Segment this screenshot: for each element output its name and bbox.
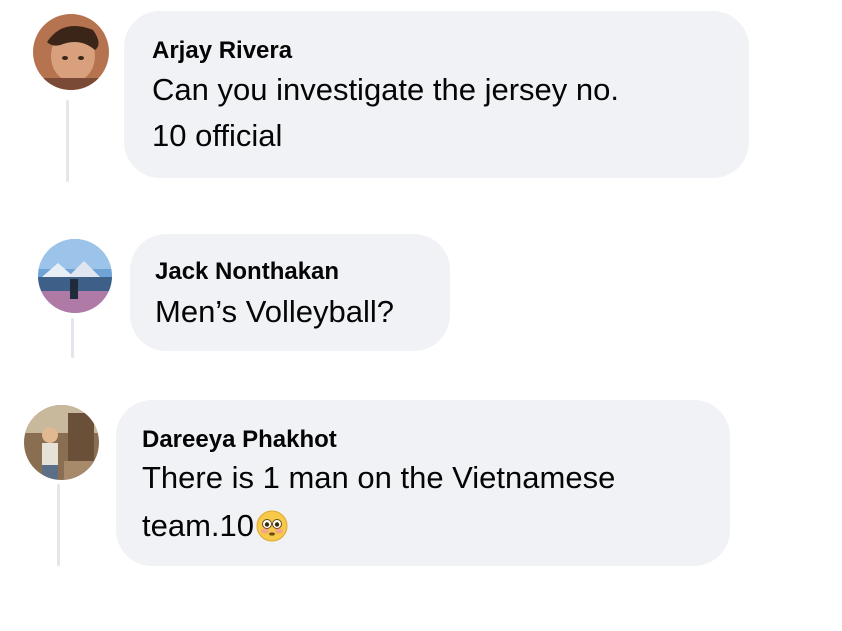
reply-thread-line bbox=[66, 100, 69, 182]
comment-bubble-2: Jack Nonthakan Men’s Volleyball? bbox=[130, 234, 450, 351]
comment-author[interactable]: Jack Nonthakan bbox=[155, 258, 339, 286]
profile-photo-icon bbox=[33, 14, 109, 90]
comment-bubble-1: Arjay Rivera Can you investigate the jer… bbox=[124, 11, 749, 178]
comment-author[interactable]: Arjay Rivera bbox=[152, 37, 292, 65]
profile-photo-icon bbox=[24, 405, 99, 480]
flushed-face-emoji-icon bbox=[256, 509, 288, 542]
comment-text-line-with-emoji: team.10 bbox=[142, 503, 288, 549]
comment-text-line: Can you investigate the jersey no. bbox=[152, 72, 619, 107]
avatar-arjay-rivera[interactable] bbox=[33, 14, 109, 90]
profile-photo-icon bbox=[38, 239, 112, 313]
comment-author[interactable]: Dareeya Phakhot bbox=[142, 426, 337, 454]
avatar-jack-nonthakan[interactable] bbox=[38, 239, 112, 313]
comment-text-line: There is 1 man on the Vietnamese bbox=[142, 460, 616, 495]
comment-text-line: Men’s Volleyball? bbox=[155, 294, 394, 329]
reply-thread-line bbox=[71, 318, 74, 358]
avatar-dareeya-phakhot[interactable] bbox=[24, 405, 99, 480]
comment-text-line: 10 official bbox=[152, 118, 283, 153]
comment-text: team.10 bbox=[142, 508, 255, 543]
comment-bubble-3: Dareeya Phakhot There is 1 man on the Vi… bbox=[116, 400, 730, 566]
reply-thread-line bbox=[57, 484, 60, 566]
